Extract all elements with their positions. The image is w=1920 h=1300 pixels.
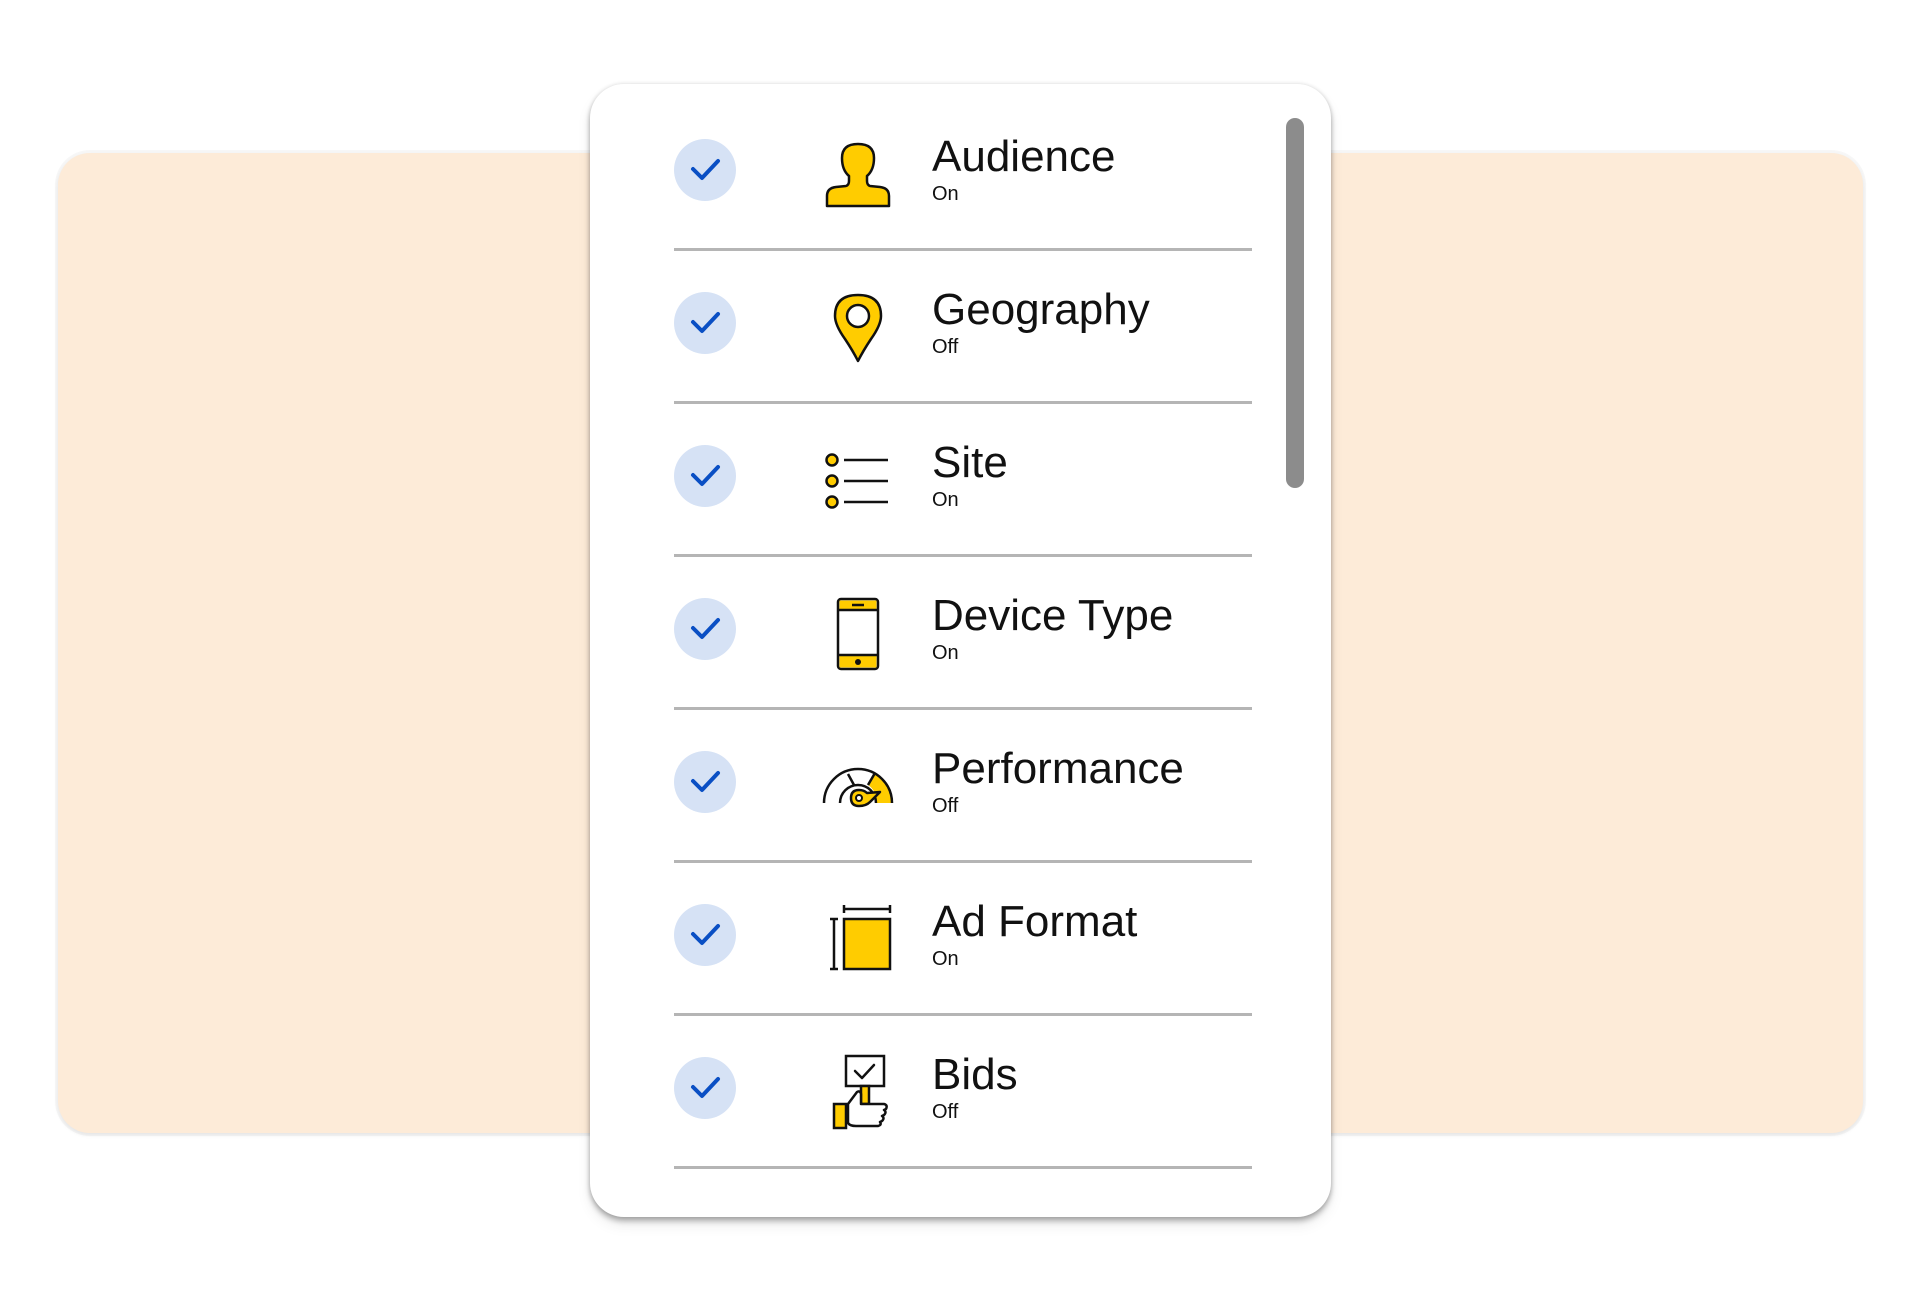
settings-list-card: Audience On Geography Off Site On Device… bbox=[590, 84, 1331, 1217]
checkbox-ad-format[interactable] bbox=[674, 904, 736, 966]
checkmark-icon bbox=[691, 159, 720, 180]
item-title: Site bbox=[932, 438, 1008, 487]
item-status: Off bbox=[932, 336, 959, 358]
list-icon bbox=[820, 442, 896, 518]
mobile-phone-icon bbox=[820, 595, 896, 671]
item-title: Ad Format bbox=[932, 897, 1138, 946]
ad-size-icon bbox=[820, 901, 896, 977]
checkmark-icon bbox=[691, 771, 720, 792]
checkmark-icon bbox=[691, 465, 720, 486]
checkbox-site[interactable] bbox=[674, 445, 736, 507]
checkmark-icon bbox=[691, 1077, 720, 1098]
item-status: On bbox=[932, 642, 959, 664]
list-item-device-type[interactable]: Device Type On bbox=[674, 557, 1252, 710]
item-status: On bbox=[932, 489, 959, 511]
checkbox-audience[interactable] bbox=[674, 139, 736, 201]
scrollbar-thumb[interactable] bbox=[1286, 118, 1304, 488]
list-item-performance[interactable]: Performance Off bbox=[674, 710, 1252, 863]
map-pin-icon bbox=[820, 289, 896, 365]
checkmark-icon bbox=[691, 924, 720, 945]
checkmark-icon bbox=[691, 312, 720, 333]
speedometer-icon bbox=[820, 748, 896, 824]
list-item-geography[interactable]: Geography Off bbox=[674, 251, 1252, 404]
person-icon bbox=[820, 136, 896, 212]
checkbox-geography[interactable] bbox=[674, 292, 736, 354]
item-title: Audience bbox=[932, 132, 1116, 181]
item-status: On bbox=[932, 948, 959, 970]
item-title: Geography bbox=[932, 285, 1150, 334]
filter-list: Audience On Geography Off Site On Device… bbox=[674, 98, 1252, 1169]
list-item-audience[interactable]: Audience On bbox=[674, 98, 1252, 251]
item-status: On bbox=[932, 183, 959, 205]
item-status: Off bbox=[932, 795, 959, 817]
list-item-ad-format[interactable]: Ad Format On bbox=[674, 863, 1252, 1016]
divider bbox=[674, 1166, 1252, 1169]
item-status: Off bbox=[932, 1101, 959, 1123]
checkbox-bids[interactable] bbox=[674, 1057, 736, 1119]
list-item-bids[interactable]: Bids Off bbox=[674, 1016, 1252, 1169]
checkmark-icon bbox=[691, 618, 720, 639]
list-item-site[interactable]: Site On bbox=[674, 404, 1252, 557]
checkbox-performance[interactable] bbox=[674, 751, 736, 813]
item-title: Bids bbox=[932, 1050, 1018, 1099]
checkbox-device-type[interactable] bbox=[674, 598, 736, 660]
item-title: Performance bbox=[932, 744, 1184, 793]
item-title: Device Type bbox=[932, 591, 1174, 640]
hand-holding-sign-icon bbox=[820, 1054, 896, 1130]
